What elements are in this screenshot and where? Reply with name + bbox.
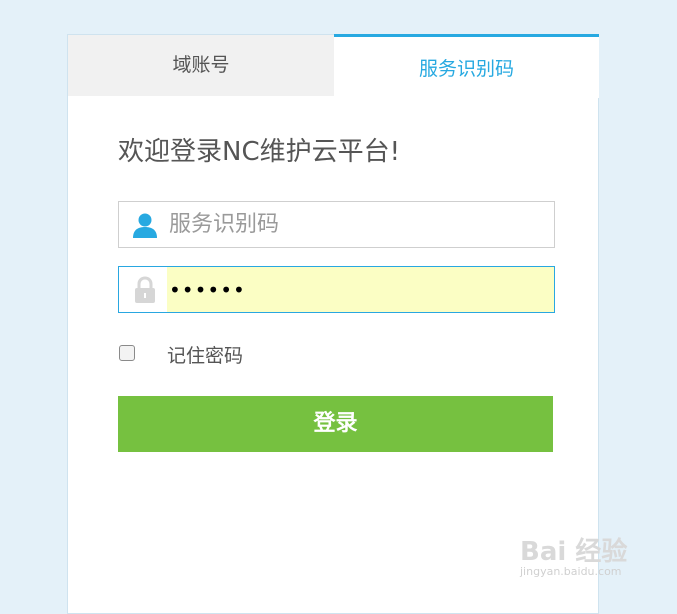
password-input[interactable] bbox=[169, 267, 549, 312]
service-code-field bbox=[118, 201, 555, 248]
service-code-input[interactable] bbox=[169, 202, 549, 247]
lock-icon bbox=[135, 276, 155, 303]
welcome-title: 欢迎登录NC维护云平台! bbox=[118, 137, 401, 167]
login-button[interactable]: 登录 bbox=[118, 396, 553, 452]
baidu-watermark: Bai 经验 jingyan.baidu.com bbox=[520, 525, 670, 585]
remember-checkbox[interactable] bbox=[119, 345, 135, 361]
user-icon bbox=[133, 213, 157, 238]
password-icon-box bbox=[119, 267, 167, 312]
tab-domain-account[interactable]: 域账号 bbox=[68, 35, 334, 96]
remember-label: 记住密码 bbox=[167, 345, 244, 367]
watermark-text: Bai 经验 bbox=[520, 537, 628, 567]
watermark-sub: jingyan.baidu.com bbox=[520, 565, 622, 578]
password-field bbox=[118, 266, 555, 313]
tab-service-code[interactable]: 服务识别码 bbox=[334, 34, 599, 98]
